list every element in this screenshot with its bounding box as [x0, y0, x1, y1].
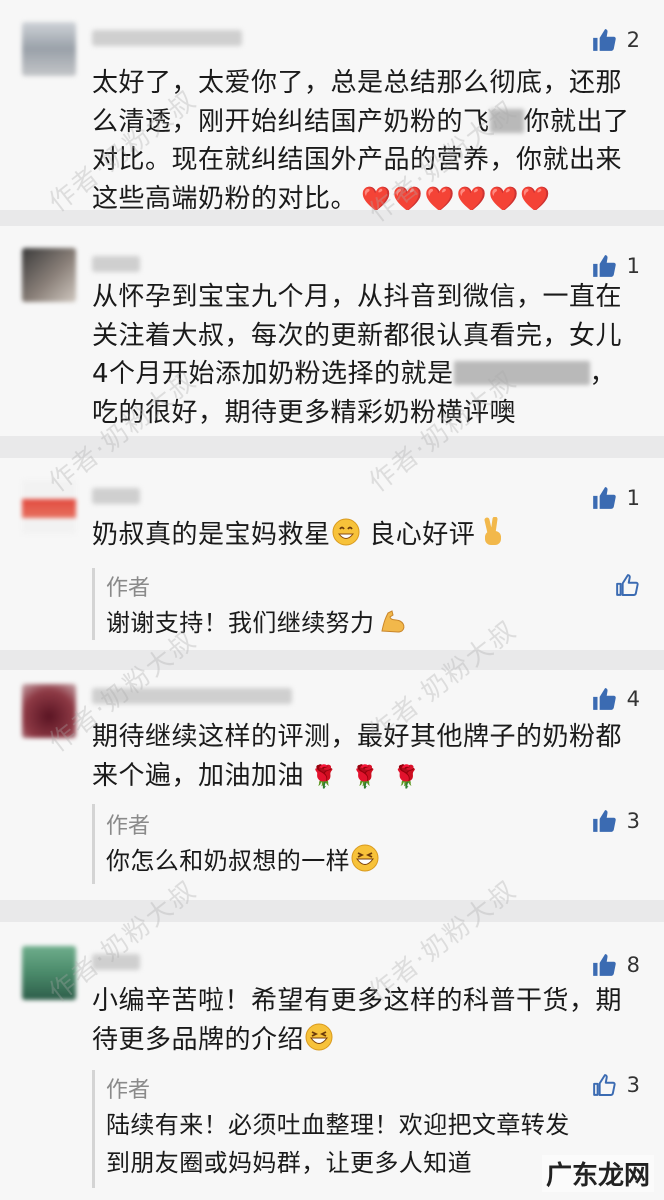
- username[interactable]: [92, 30, 242, 46]
- reply-like-count: 3: [626, 809, 640, 833]
- avatar[interactable]: [22, 22, 76, 76]
- like-count: 8: [626, 953, 640, 977]
- reply-like-button[interactable]: 3: [591, 806, 640, 836]
- like-button[interactable]: 8: [591, 950, 640, 980]
- avatar[interactable]: [22, 946, 76, 1000]
- censored-text: [489, 108, 524, 133]
- avatar[interactable]: [22, 480, 76, 534]
- reply-author: 作者: [106, 814, 151, 839]
- avatar[interactable]: [22, 248, 76, 302]
- comment-text: 从怀孕到宝宝九个月，从抖音到微信，一直在 关注着大叔，每次的更新都很认真看完，女…: [92, 282, 623, 428]
- thumbs-up-outline-icon: [614, 572, 640, 598]
- comment-text: 小编辛苦啦！希望有更多这样的科普干货，期 待更多品牌的介绍: [92, 982, 638, 1063]
- reply-like-button[interactable]: 3: [591, 1070, 640, 1100]
- reply-like-button[interactable]: [614, 570, 640, 600]
- site-logo: 广东龙网: [541, 1155, 654, 1192]
- like-count: 2: [626, 28, 640, 52]
- censored-text: [453, 361, 590, 385]
- username[interactable]: [92, 488, 140, 504]
- like-button[interactable]: 1: [591, 251, 640, 281]
- like-count: 1: [626, 254, 640, 278]
- username[interactable]: [92, 688, 292, 704]
- grinning-squinting-emoji: [350, 843, 380, 884]
- comment-text: 期待继续这样的评测，最好其他牌子的奶粉都 来个遍，加油加油 🌹🌹🌹: [92, 722, 623, 791]
- flexed-biceps-emoji: [378, 605, 408, 646]
- reply-author: 作者: [106, 576, 151, 601]
- reply-divider: [92, 804, 95, 884]
- grinning-emoji: [331, 517, 361, 559]
- thumbs-up-icon: [591, 27, 617, 53]
- thumbs-up-outline-icon: [591, 1072, 617, 1098]
- username[interactable]: [92, 256, 140, 272]
- comment-card: 1 奶叔真的是宝妈救星 良心好评 作者 谢谢支持！我们继续努力: [0, 458, 664, 650]
- hearts-emoji: ❤️❤️❤️❤️❤️❤️: [361, 184, 553, 211]
- thumbs-up-icon: [591, 952, 617, 978]
- reply-like-count: 3: [626, 1073, 640, 1097]
- comment-card: 4 期待继续这样的评测，最好其他牌子的奶粉都 来个遍，加油加油 🌹🌹🌹 作者 3 …: [0, 670, 664, 900]
- like-button[interactable]: 4: [591, 684, 640, 714]
- rose-emoji: 🌹🌹🌹: [310, 764, 435, 790]
- comment-card: 2 太好了，太爱你了，总是总结那么彻底，还那 么清透，刚开始纠结国产奶粉的飞 你就…: [0, 0, 664, 210]
- reply-text: 谢谢支持！我们继续努力: [106, 604, 638, 646]
- like-button[interactable]: 2: [591, 25, 640, 55]
- thumbs-up-icon: [591, 253, 617, 279]
- reply-divider: [92, 1070, 95, 1188]
- reply-author: 作者: [106, 1078, 151, 1103]
- reply-text: 你怎么和奶叔想的一样: [106, 842, 638, 884]
- thumbs-up-icon: [591, 686, 617, 712]
- victory-hand-emoji: [479, 516, 507, 559]
- like-count: 4: [626, 687, 640, 711]
- comment-text: 太好了，太爱你了，总是总结那么彻底，还那 么清透，刚开始纠结国产奶粉的飞 你就出了…: [92, 64, 638, 210]
- grinning-squinting-emoji: [304, 1022, 334, 1064]
- username[interactable]: [92, 954, 140, 970]
- comment-text: 奶叔真的是宝妈救星 良心好评: [92, 516, 638, 559]
- like-button[interactable]: 1: [591, 483, 640, 513]
- reply-divider: [92, 568, 95, 640]
- thumbs-up-icon: [591, 808, 617, 834]
- thumbs-up-icon: [591, 485, 617, 511]
- like-count: 1: [626, 486, 640, 510]
- comment-card: 1 从怀孕到宝宝九个月，从抖音到微信，一直在 关注着大叔，每次的更新都很认真看完…: [0, 226, 664, 436]
- avatar[interactable]: [22, 684, 76, 738]
